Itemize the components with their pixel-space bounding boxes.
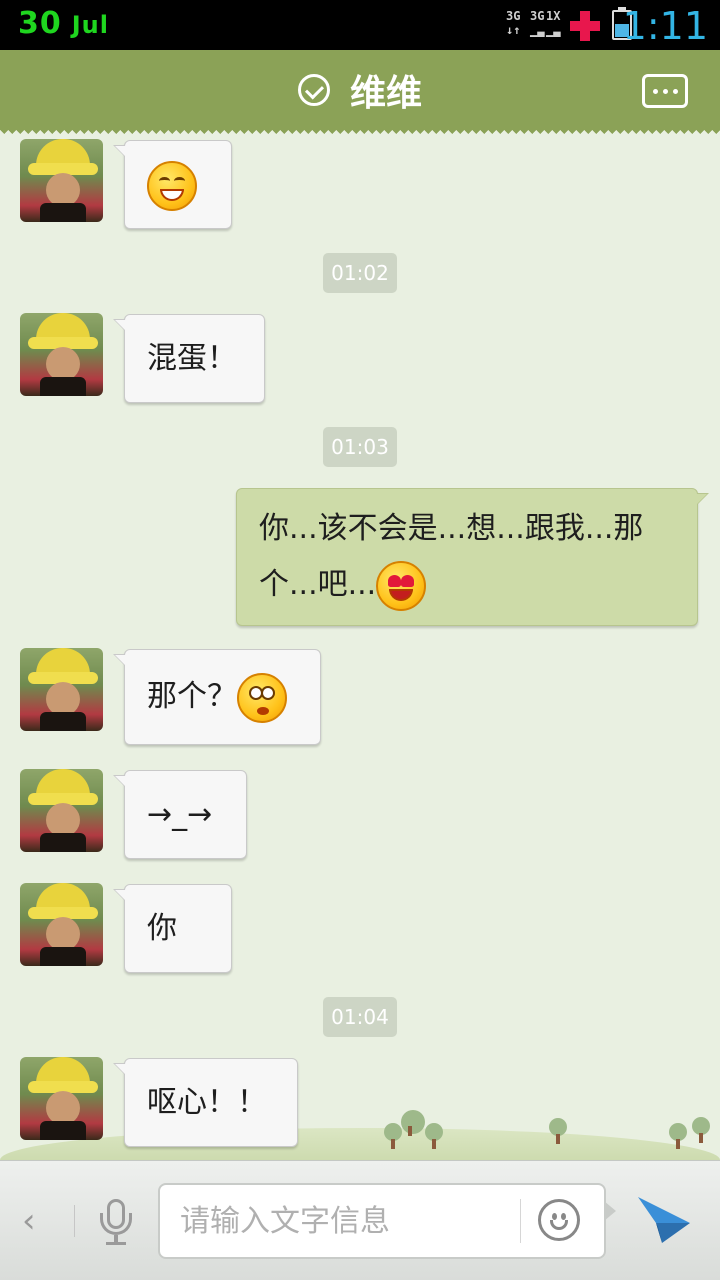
contact-avatar[interactable] bbox=[20, 769, 103, 852]
network-1x-icon: 1X ▁▃ bbox=[546, 9, 561, 37]
my-message-bubble[interactable]: 你...该不会是...想...跟我...那 个...吧... bbox=[236, 488, 709, 626]
divider bbox=[74, 1205, 75, 1237]
check-circle-icon bbox=[297, 74, 330, 106]
chat-title: 维维 bbox=[349, 73, 422, 114]
dizzy-emoji-icon bbox=[237, 672, 287, 723]
contact-avatar[interactable] bbox=[20, 139, 103, 222]
more-options-button[interactable] bbox=[642, 74, 688, 108]
message-text: 呕心！！ bbox=[147, 1085, 267, 1120]
status-time: 1:11 bbox=[622, 4, 708, 48]
status-date: 30 Jul bbox=[18, 6, 109, 41]
message-bubble[interactable]: 呕心！！ bbox=[113, 1058, 298, 1147]
tree-decoration bbox=[549, 1118, 567, 1144]
paper-plane-icon[interactable] bbox=[636, 1193, 692, 1245]
message-input[interactable] bbox=[180, 1199, 500, 1243]
message-bubble[interactable]: 你 bbox=[113, 884, 232, 973]
hills-decoration bbox=[0, 1128, 720, 1160]
microphone-icon[interactable] bbox=[98, 1199, 134, 1247]
tree-decoration bbox=[401, 1110, 425, 1136]
message-text: 个...吧... bbox=[259, 567, 377, 602]
status-month: Jul bbox=[71, 11, 109, 39]
status-day: 30 bbox=[18, 6, 62, 41]
chat-area[interactable]: 01:02 混蛋！ 01:03 你...该不会是...想...跟我...那 个.… bbox=[0, 130, 720, 1160]
status-bar: 30 Jul 3G ↓↑ 3G ▁▃ 1X ▁▃ 1:11 bbox=[0, 0, 720, 50]
message-bubble[interactable] bbox=[113, 140, 232, 229]
tree-decoration bbox=[384, 1123, 402, 1149]
heart-eyes-emoji-icon bbox=[376, 560, 427, 611]
timestamp: 01:03 bbox=[323, 427, 397, 467]
input-bar: ‹ bbox=[0, 1160, 720, 1280]
tree-decoration bbox=[669, 1123, 687, 1149]
smiley-icon[interactable] bbox=[538, 1199, 580, 1241]
divider bbox=[520, 1199, 521, 1243]
timestamp: 01:02 bbox=[323, 253, 397, 293]
contact-avatar[interactable] bbox=[20, 1057, 103, 1140]
message-input-box[interactable] bbox=[158, 1183, 616, 1259]
message-text: →_→ bbox=[147, 797, 213, 832]
message-text: 混蛋！ bbox=[147, 341, 237, 376]
timestamp: 01:04 bbox=[323, 997, 397, 1037]
no-sim-icon bbox=[570, 11, 600, 41]
message-text: 那个？ bbox=[147, 679, 237, 714]
tree-decoration bbox=[425, 1123, 443, 1149]
contact-avatar[interactable] bbox=[20, 883, 103, 966]
network-3g-icon: 3G ↓↑ bbox=[506, 9, 521, 37]
message-text: 你...该不会是...想...跟我...那 bbox=[259, 511, 644, 546]
contact-avatar[interactable] bbox=[20, 648, 103, 731]
network-3g-signal-icon: 3G ▁▃ bbox=[530, 9, 545, 37]
contact-avatar[interactable] bbox=[20, 313, 103, 396]
laughing-emoji-icon bbox=[147, 160, 197, 211]
message-bubble[interactable]: 混蛋！ bbox=[113, 314, 265, 403]
tree-decoration bbox=[692, 1117, 710, 1143]
message-bubble[interactable]: →_→ bbox=[113, 770, 247, 859]
title-bar: 维维 bbox=[0, 50, 720, 136]
message-text: 你 bbox=[147, 911, 177, 946]
chevron-left-icon[interactable]: ‹ bbox=[22, 1201, 50, 1241]
message-bubble[interactable]: 那个？ bbox=[113, 649, 321, 745]
